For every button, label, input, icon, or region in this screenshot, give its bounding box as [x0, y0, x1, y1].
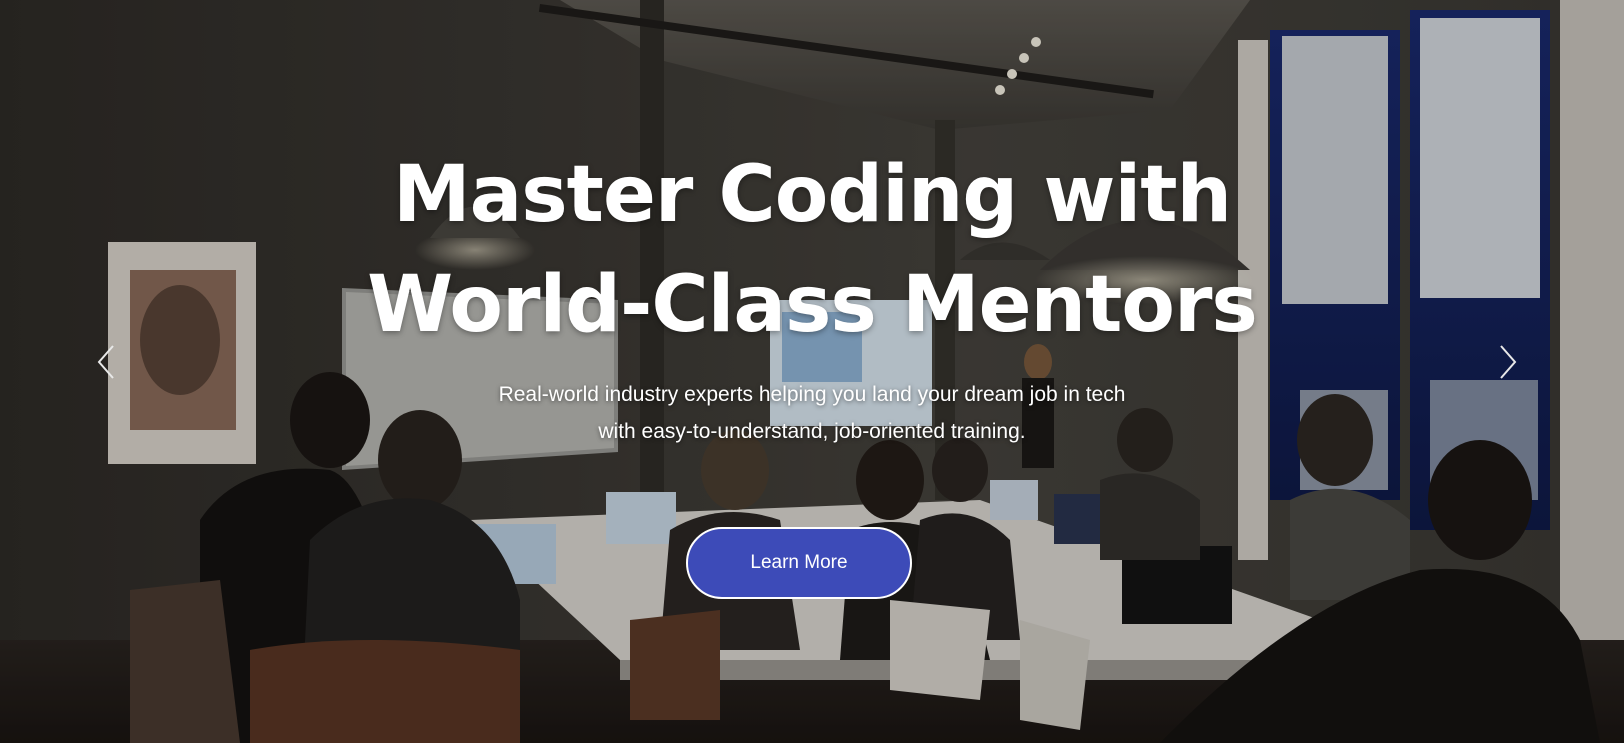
- hero-subtitle: Real-world industry experts helping you …: [498, 383, 1126, 443]
- carousel-prev-button[interactable]: [84, 340, 128, 384]
- hero-carousel: Master Coding with World-Class Mentors R…: [0, 0, 1624, 743]
- hero-content: Master Coding with World-Class Mentors R…: [0, 0, 1624, 743]
- chevron-right-icon: [1500, 345, 1517, 379]
- carousel-next-button[interactable]: [1486, 340, 1530, 384]
- hero-headline-line-1: Master Coding with: [392, 150, 1232, 240]
- hero-headline: Master Coding with World-Class Mentors: [312, 140, 1312, 360]
- chevron-left-icon: [97, 345, 114, 379]
- learn-more-button[interactable]: Learn More: [686, 527, 912, 599]
- hero-headline-line-2: World-Class Mentors: [367, 260, 1258, 350]
